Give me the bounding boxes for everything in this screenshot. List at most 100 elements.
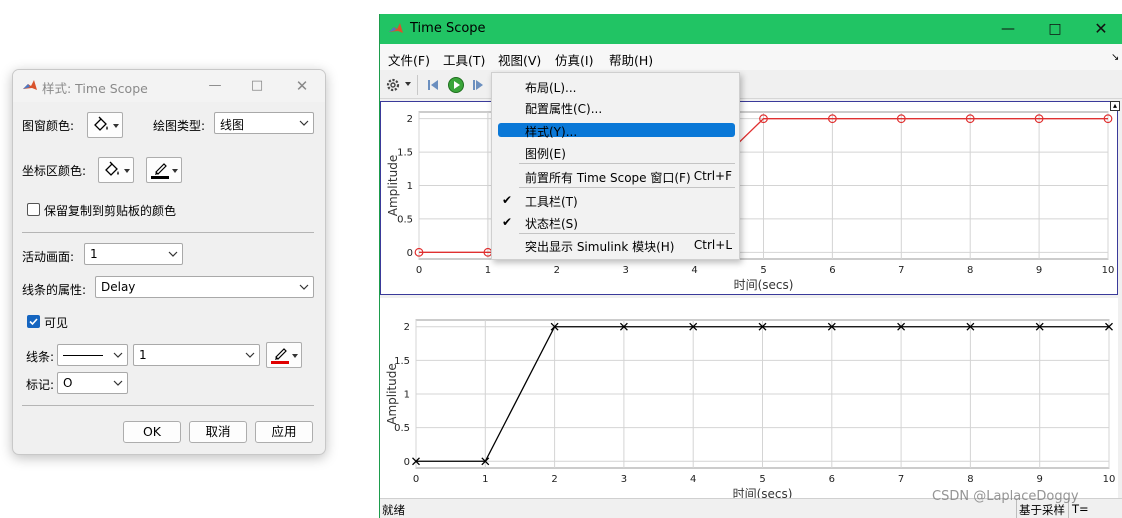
x-tick-label: 5 [759,474,765,485]
minimize-icon[interactable]: — [994,18,1022,40]
undock-icon[interactable]: ▴ [1110,101,1120,111]
x-axis-label: 时间(secs) [733,487,793,498]
x-tick-label: 4 [690,474,696,485]
y-tick-label: 2 [407,114,413,125]
step-forward-icon[interactable] [470,76,488,94]
plot-type-select[interactable]: 线图 [214,112,314,134]
figure-color-label: 图窗颜色: [22,119,75,133]
x-tick-label: 4 [691,265,697,276]
active-display-label: 活动画面: [22,250,75,264]
menu-item-highlight-block[interactable]: 突出显示 Simulink 模块(H) Ctrl+L [498,238,735,254]
matlab-logo-icon [23,80,37,90]
minimize-icon[interactable]: — [204,76,226,96]
chevron-down-icon [245,352,255,358]
line-label: 线条: [26,350,55,364]
close-icon[interactable]: ✕ [1087,18,1115,40]
pen-icon [151,163,169,179]
line-width-select[interactable]: 1 [133,344,260,366]
x-tick-label: 2 [551,474,557,485]
chevron-down-icon [113,380,123,386]
ok-button[interactable]: OK [123,421,181,443]
separator [22,405,314,406]
chevron-down-icon [113,352,123,358]
style-dialog: 样式: Time Scope — □ ✕ 图窗颜色: 绘图类型: 线图 坐标区颜… [12,69,326,455]
menu-item-toolbar[interactable]: ✔ 工具栏(T) [498,193,735,209]
step-back-icon[interactable] [425,76,443,94]
line-style-select[interactable] [57,344,128,366]
line-color-button[interactable] [266,342,302,368]
status-sample-based: 基于采样 [1019,503,1065,517]
x-tick-label: 0 [416,265,422,276]
axes-line-color-button[interactable] [146,157,182,183]
x-tick-label: 7 [898,265,904,276]
matlab-logo-icon [389,23,403,33]
preserve-colors-label: 保留复制到剪贴板的颜色 [44,204,177,218]
figure-color-button[interactable] [87,112,123,138]
y-tick-label: 0 [404,457,410,468]
paint-bucket-icon [94,116,108,133]
x-tick-label: 6 [829,474,835,485]
line-properties-label: 线条的属性: [22,283,87,297]
apply-button[interactable]: 应用 [255,421,313,443]
menu-item-status-bar[interactable]: ✔ 状态栏(S) [498,215,735,231]
marker-label: 标记: [26,378,55,392]
close-icon[interactable]: ✕ [291,76,313,96]
menu-file[interactable]: 文件(F) [388,50,430,69]
scope-title: Time Scope [410,21,486,36]
x-tick-label: 9 [1036,265,1042,276]
check-icon: ✔ [502,193,513,207]
menu-item-legend[interactable]: 图例(E) [498,145,735,161]
y-tick-label: 0 [407,248,413,259]
status-time: T= [1072,502,1089,516]
watermark: CSDN @LaplaceDoggy [932,489,1079,504]
chevron-down-icon [168,251,178,257]
menu-help[interactable]: 帮助(H) [609,50,653,69]
gear-icon[interactable] [384,76,402,94]
menu-item-bring-all-to-front[interactable]: 前置所有 Time Scope 窗口(F) Ctrl+F [498,169,735,185]
x-tick-label: 8 [967,474,973,485]
x-tick-label: 3 [623,265,629,276]
dialog-title-bar: 样式: Time Scope — □ ✕ [13,70,325,102]
maximize-icon[interactable]: □ [1041,18,1069,40]
chevron-down-icon[interactable] [405,82,411,86]
pen-icon [271,348,289,364]
solid-line-swatch [63,355,103,356]
x-tick-label: 10 [1102,265,1115,276]
axes-2[interactable]: 0 1 2 3 4 5 6 7 8 9 1000.511.52时间(secs)Amplitude [380,298,1118,498]
menu-item-layout[interactable]: 布局(L)... [498,79,735,95]
axes-color-button[interactable] [98,157,134,183]
y-axis-label: Amplitude [386,155,400,217]
toolbar-separator [417,75,418,95]
x-tick-label: 9 [1037,474,1043,485]
menu-separator [519,187,735,188]
x-axis-label: 时间(secs) [734,278,794,292]
x-tick-label: 0 [413,474,419,485]
x-tick-label: 8 [967,265,973,276]
y-tick-label: 2 [404,322,410,333]
x-tick-label: 6 [829,265,835,276]
x-tick-label: 1 [482,474,488,485]
preserve-colors-checkbox[interactable] [27,203,40,216]
maximize-icon: □ [250,78,264,93]
display-2[interactable]: 0 1 2 3 4 5 6 7 8 9 10 0 0.5 1 1.5 2 时间(secs) Amplitude [380,298,1118,498]
chevron-down-icon [299,120,309,126]
dock-arrow-icon[interactable]: ↘ [1111,52,1119,63]
cancel-button[interactable]: 取消 [189,421,247,443]
marker-select[interactable]: O [57,372,128,394]
menu-separator [519,163,735,164]
active-display-select[interactable]: 1 [84,243,183,265]
x-tick-label: 3 [621,474,627,485]
line-properties-select[interactable]: Delay [95,276,314,298]
run-icon[interactable] [447,76,465,94]
menu-tools[interactable]: 工具(T) [443,50,485,69]
menu-simulation[interactable]: 仿真(I) [555,50,593,69]
visible-checkbox[interactable] [27,315,40,328]
view-menu-dropdown: 布局(L)... 配置属性(C)... 样式(Y)... 图例(E) 前置所有 … [491,72,740,260]
menu-item-configuration[interactable]: 配置属性(C)... [498,100,735,116]
menu-item-style[interactable]: 样式(Y)... [498,123,735,139]
x-tick-label: 5 [760,265,766,276]
menu-view[interactable]: 视图(V) [498,50,541,69]
plot-type-label: 绘图类型: [153,119,206,133]
menu-bar: 文件(F) 工具(T) 视图(V) 仿真(I) 帮助(H) ↘ [380,44,1122,70]
status-ready: 就绪 [382,503,405,517]
